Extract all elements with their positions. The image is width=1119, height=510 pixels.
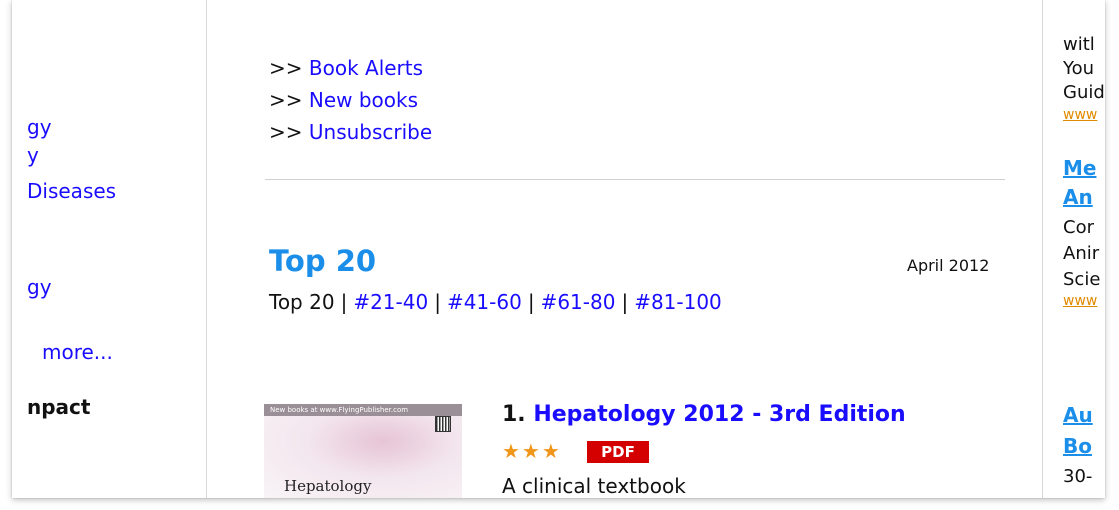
ad-text-line: Guid <box>1063 82 1105 103</box>
sidebar-link-1[interactable]: gy <box>27 117 52 137</box>
ad-text-line: witl <box>1063 34 1095 55</box>
book-alerts-link[interactable]: Book Alerts <box>309 56 423 80</box>
sidebar-link-4[interactable]: gy <box>27 277 52 297</box>
alert-prefix: >> <box>269 88 303 112</box>
range-separator: | <box>621 290 629 314</box>
ad-text-line: 30- <box>1063 466 1093 487</box>
range-link-61-80[interactable]: #61-80 <box>541 290 616 314</box>
book-cover-image[interactable]: New books at www.FlyingPublisher.com Hep… <box>264 404 462 498</box>
ad-text-line: Scie <box>1063 269 1101 290</box>
range-link-21-40[interactable]: #21-40 <box>353 290 428 314</box>
top-20-heading: Top 20 <box>269 244 377 278</box>
section-divider <box>265 179 1005 180</box>
alerts-links: >> Book Alerts >> New books >> Unsubscri… <box>269 52 432 148</box>
main-content: >> Book Alerts >> New books >> Unsubscri… <box>207 0 1042 498</box>
book-description: A clinical textbook <box>502 474 686 498</box>
star-rating-icon: ★★★ <box>502 439 562 463</box>
ad-text-line: You <box>1063 58 1095 79</box>
range-separator: | <box>340 290 348 314</box>
ad-url-link[interactable]: www <box>1063 294 1097 308</box>
range-link-81-100[interactable]: #81-100 <box>634 290 722 314</box>
ad-heading-link[interactable]: An <box>1063 187 1093 207</box>
current-range: Top 20 <box>269 290 335 314</box>
sidebar-link-diseases[interactable]: Diseases <box>27 181 116 201</box>
ad-heading-link[interactable]: Bo <box>1063 436 1092 456</box>
sidebar-link-2[interactable]: y <box>27 145 39 165</box>
sidebar-impact-heading: npact <box>27 395 91 419</box>
right-sidebar: witl You Guid www Me An Cor Anir Scie ww… <box>1042 0 1105 498</box>
ad-text-line: Anir <box>1063 243 1100 264</box>
new-books-link[interactable]: New books <box>309 88 418 112</box>
ad-url-link[interactable]: www <box>1063 108 1097 122</box>
alert-row-new-books: >> New books <box>269 84 432 116</box>
ad-heading-link[interactable]: Au <box>1063 405 1093 425</box>
pdf-badge[interactable]: PDF <box>587 441 649 463</box>
cover-title: Hepatology <box>284 477 372 495</box>
range-separator: | <box>434 290 441 314</box>
alert-row-unsubscribe: >> Unsubscribe <box>269 116 432 148</box>
cover-banner: New books at www.FlyingPublisher.com <box>264 404 462 416</box>
unsubscribe-link[interactable]: Unsubscribe <box>309 120 432 144</box>
range-separator: | <box>527 290 535 314</box>
range-navigation: Top 20 | #21-40 | #41-60 | #61-80 | #81-100 <box>269 292 722 312</box>
alert-prefix: >> <box>269 120 303 144</box>
book-item-title: 1. Hepatology 2012 - 3rd Edition <box>502 404 906 426</box>
list-date: April 2012 <box>907 256 990 275</box>
qr-code-icon <box>435 416 451 432</box>
book-rank: 1. <box>502 402 526 427</box>
range-link-41-60[interactable]: #41-60 <box>447 290 522 314</box>
alert-row-book-alerts: >> Book Alerts <box>269 52 432 84</box>
book-title-link[interactable]: Hepatology 2012 - 3rd Edition <box>533 402 905 427</box>
ad-heading-link[interactable]: Me <box>1063 158 1096 178</box>
sidebar-more-link[interactable]: more... <box>42 342 113 362</box>
alert-prefix: >> <box>269 56 303 80</box>
left-sidebar: gy y Diseases gy more... npact <box>12 0 207 498</box>
page-frame: gy y Diseases gy more... npact >> Book A… <box>12 0 1105 498</box>
ad-text-line: Cor <box>1063 217 1094 238</box>
